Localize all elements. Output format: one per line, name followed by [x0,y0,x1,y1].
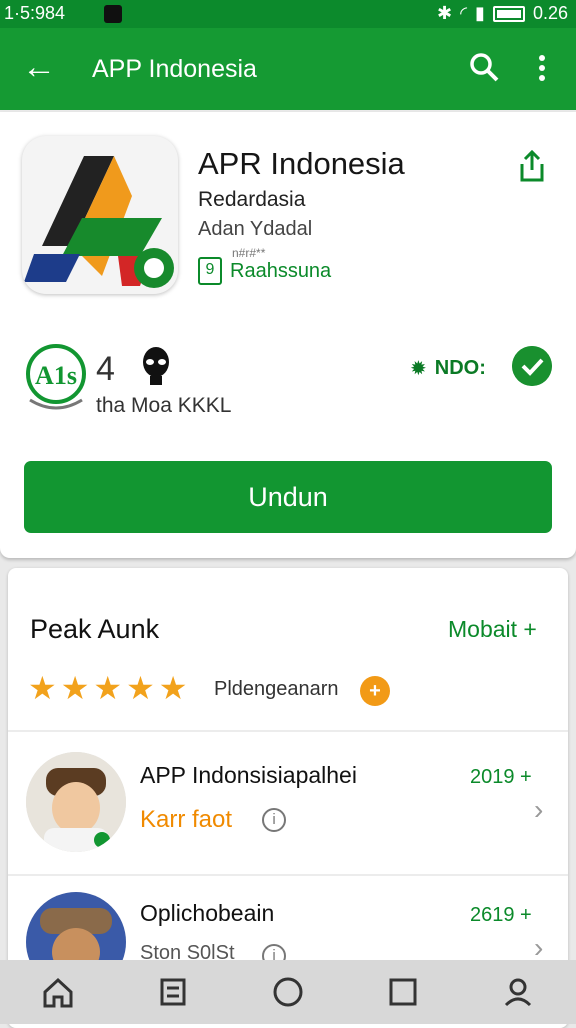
star-icon: ★ [28,670,57,706]
status-label: NDO: [434,357,486,379]
star-icon: ★ [60,670,90,706]
bottom-navigation [0,960,576,1024]
status-indicator: ✹ NDO: [410,356,486,381]
wifi-icon: ◜ [460,3,468,23]
star-icon: ★ [158,670,188,706]
rating-subtext: tha Moa KKKL [96,394,231,418]
rating-logo: A1s [26,344,86,410]
star-icon: ★ [126,670,155,706]
notification-icon [104,5,122,23]
badge-label: Raahssuna [230,259,332,282]
age-rating-icon [143,347,169,385]
coin-icon[interactable]: + [360,676,390,706]
divider [8,874,568,876]
status-bar: 1·5:984 ✱ ◜ ▮ 0.26 [0,0,576,28]
rating-number: 4 [96,350,115,388]
review-year: 2019 + [470,766,532,788]
status-time: 1·5:984 [4,3,66,23]
page-title: APP Indonesia [92,55,257,83]
home-icon[interactable] [41,975,75,1009]
square-icon[interactable] [386,975,420,1009]
reviews-card: Peak Aunk Mobait + ★ ★ ★ ★ ★ Pldengeanar… [8,568,568,1028]
install-button[interactable]: Undun [24,461,552,533]
developer-name[interactable]: Redardasia [198,188,305,212]
circle-icon[interactable] [271,975,305,1009]
apps-icon[interactable] [156,975,190,1009]
info-icon[interactable]: i [262,808,286,832]
more-vert-icon[interactable] [532,50,552,86]
back-icon[interactable]: ← [22,48,56,87]
profile-icon[interactable] [501,975,535,1009]
signal-icon: ▮ [475,3,485,23]
review-year: 2619 + [470,904,532,926]
status-icons: ✱ ◜ ▮ 0.26 [437,3,568,24]
bluetooth-icon: ✱ [436,3,453,23]
app-name: APR Indonesia [198,146,405,181]
settings-icon: ✹ [410,358,427,380]
reviews-more-link[interactable]: Mobait + [448,616,537,643]
avatar [26,752,126,852]
share-icon[interactable] [514,148,550,184]
chevron-right-icon[interactable]: › [534,794,543,826]
downloads-label: Moa KKKL [131,394,232,417]
search-icon[interactable] [468,50,500,86]
check-icon [512,346,552,386]
rating-stars: ★ ★ ★ ★ ★ [28,672,187,704]
app-bar: ← APP Indonesia [0,28,576,110]
editor-badge: 9 Raahssuna [198,257,331,285]
review-author: APP Indonsisiapalhei [140,762,357,788]
review-meta: Karr faot [140,806,233,833]
review-item[interactable]: APP Indonsisiapalhei Karr faot i 2019 + … [8,744,568,874]
review-author: Oplichobeain [140,900,275,926]
divider [8,730,568,732]
battery-text: 0.26 [532,3,568,23]
reviews-title: Peak Aunk [30,614,160,644]
reviews-subtitle: Pldengeanarn [214,678,339,700]
badge-icon: 9 [198,257,222,285]
app-header-card: APR Indonesia Redardasia Adan Ydadal n#r… [0,112,576,558]
app-category: Adan Ydadal [198,218,313,240]
app-logo [22,136,178,294]
svg-text:A1s: A1s [35,361,77,390]
star-icon: ★ [93,670,123,706]
battery-icon [492,5,525,22]
rating-label: tha [96,394,126,417]
